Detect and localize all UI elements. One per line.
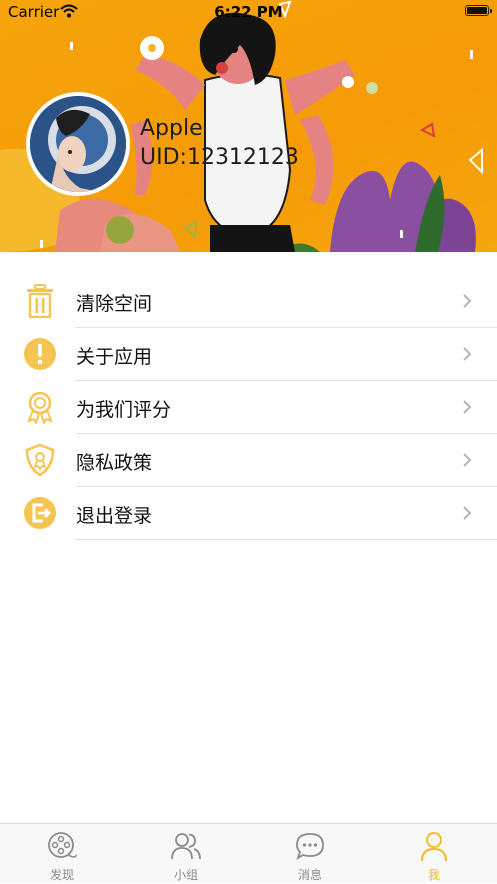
- tab-label: 小组: [173, 868, 198, 882]
- tab-label: 发现: [49, 868, 74, 882]
- menu-item-label: 为我们评分: [76, 399, 172, 421]
- chevron-right-icon: [463, 294, 472, 308]
- menu-item-about[interactable]: 关于应用: [0, 328, 497, 381]
- menu-item-label: 退出登录: [76, 505, 153, 527]
- menu-item-privacy[interactable]: 隐私政策: [0, 434, 497, 487]
- tab-bar: 发现 小组 消息 我: [0, 823, 497, 883]
- chat-bubble-icon: [296, 833, 324, 861]
- person-icon: [421, 832, 447, 861]
- menu-item-rate-us[interactable]: 为我们评分: [0, 381, 497, 434]
- menu-item-label: 隐私政策: [76, 452, 153, 474]
- shield-icon: [25, 443, 55, 477]
- divider: [76, 539, 497, 540]
- profile-header: Carrier 6:22 PM Apple UID:12312123: [0, 0, 497, 252]
- trash-icon: [27, 284, 53, 318]
- avatar[interactable]: [26, 92, 130, 196]
- chevron-right-icon: [463, 347, 472, 361]
- tab-group[interactable]: 小组: [124, 824, 248, 884]
- tab-discover[interactable]: 发现: [0, 824, 124, 884]
- tab-label: 消息: [297, 868, 322, 882]
- avatar-image: [30, 96, 126, 192]
- logout-icon: [24, 497, 56, 529]
- status-time: 6:22 PM: [214, 3, 283, 21]
- user-name: Apple: [140, 116, 203, 141]
- award-icon: [27, 391, 53, 424]
- menu-item-clear-space[interactable]: 清除空间: [0, 275, 497, 328]
- menu-item-label: 清除空间: [76, 293, 153, 315]
- group-icon: [171, 833, 201, 860]
- tab-me[interactable]: 我: [372, 824, 496, 884]
- film-reel-icon: [48, 832, 77, 858]
- info-icon: [24, 338, 56, 370]
- battery-icon: [465, 5, 492, 16]
- chevron-right-icon: [463, 400, 472, 414]
- chevron-right-icon: [463, 453, 472, 467]
- settings-menu: 清除空间 关于应用 为我们评分 隐私政策 退出登录: [0, 275, 497, 540]
- chevron-right-icon: [463, 506, 472, 520]
- menu-item-label: 关于应用: [76, 346, 153, 368]
- tab-messages[interactable]: 消息: [248, 824, 372, 884]
- status-bar: Carrier 6:22 PM: [0, 0, 497, 26]
- menu-item-logout[interactable]: 退出登录: [0, 487, 497, 540]
- tab-label: 我: [427, 868, 440, 882]
- user-uid: UID:12312123: [140, 145, 299, 170]
